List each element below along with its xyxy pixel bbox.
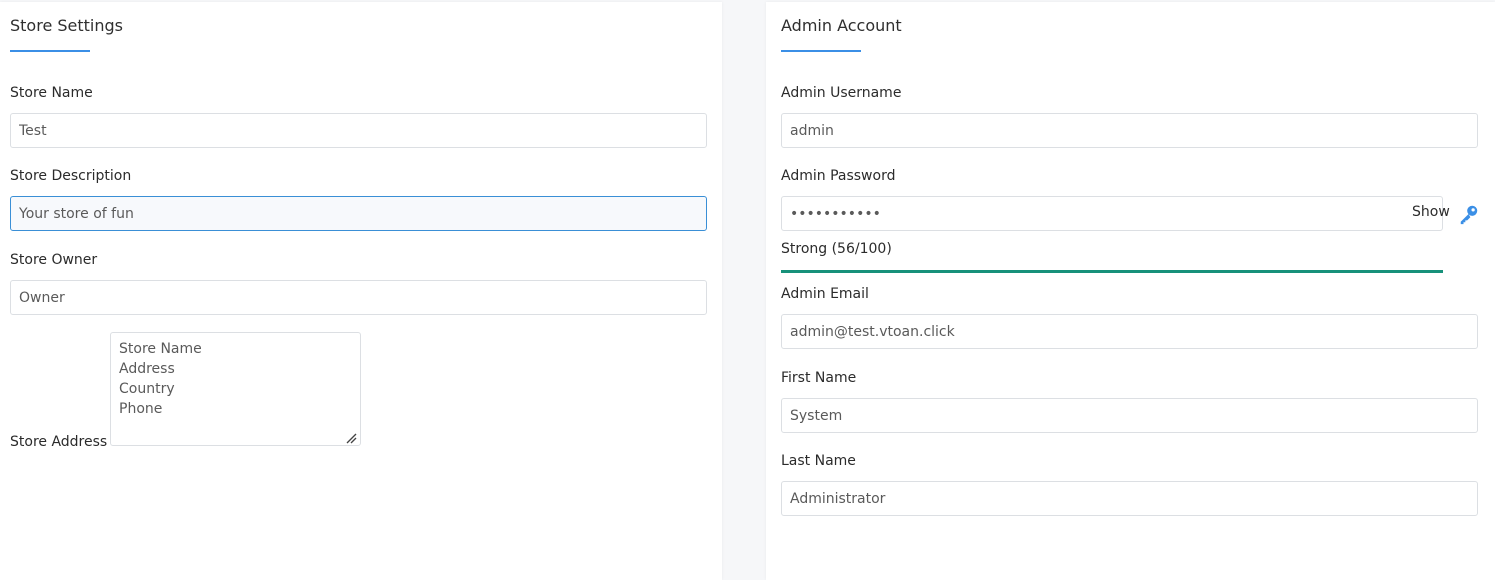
store-owner-input[interactable] (10, 280, 707, 315)
first-name-label: First Name (781, 370, 857, 386)
store-name-label: Store Name (10, 85, 93, 101)
store-settings-title-underline (10, 50, 90, 52)
admin-username-input[interactable] (781, 113, 1478, 148)
store-settings-title: Store Settings (10, 16, 123, 35)
first-name-input[interactable] (781, 398, 1478, 433)
store-description-input[interactable] (10, 196, 707, 231)
resize-grip-icon[interactable] (345, 432, 357, 444)
admin-password-input[interactable] (781, 196, 1443, 231)
admin-email-input[interactable] (781, 314, 1478, 349)
admin-password-label: Admin Password (781, 168, 896, 184)
store-owner-label: Store Owner (10, 252, 98, 268)
admin-username-label: Admin Username (781, 85, 902, 101)
key-icon[interactable] (1458, 203, 1480, 225)
store-name-input[interactable] (10, 113, 707, 148)
admin-account-title-underline (781, 50, 861, 52)
store-description-label: Store Description (10, 168, 132, 184)
show-password-button[interactable]: Show (1412, 204, 1450, 220)
store-address-label: Store Address (10, 434, 108, 450)
admin-email-label: Admin Email (781, 286, 869, 302)
password-strength-bar-fill (781, 270, 1443, 273)
last-name-input[interactable] (781, 481, 1478, 516)
last-name-label: Last Name (781, 453, 856, 469)
admin-account-title: Admin Account (781, 16, 902, 35)
password-strength-bar (781, 270, 1443, 273)
store-address-textarea[interactable] (110, 332, 361, 446)
password-strength-label: Strong (56/100) (781, 241, 892, 257)
